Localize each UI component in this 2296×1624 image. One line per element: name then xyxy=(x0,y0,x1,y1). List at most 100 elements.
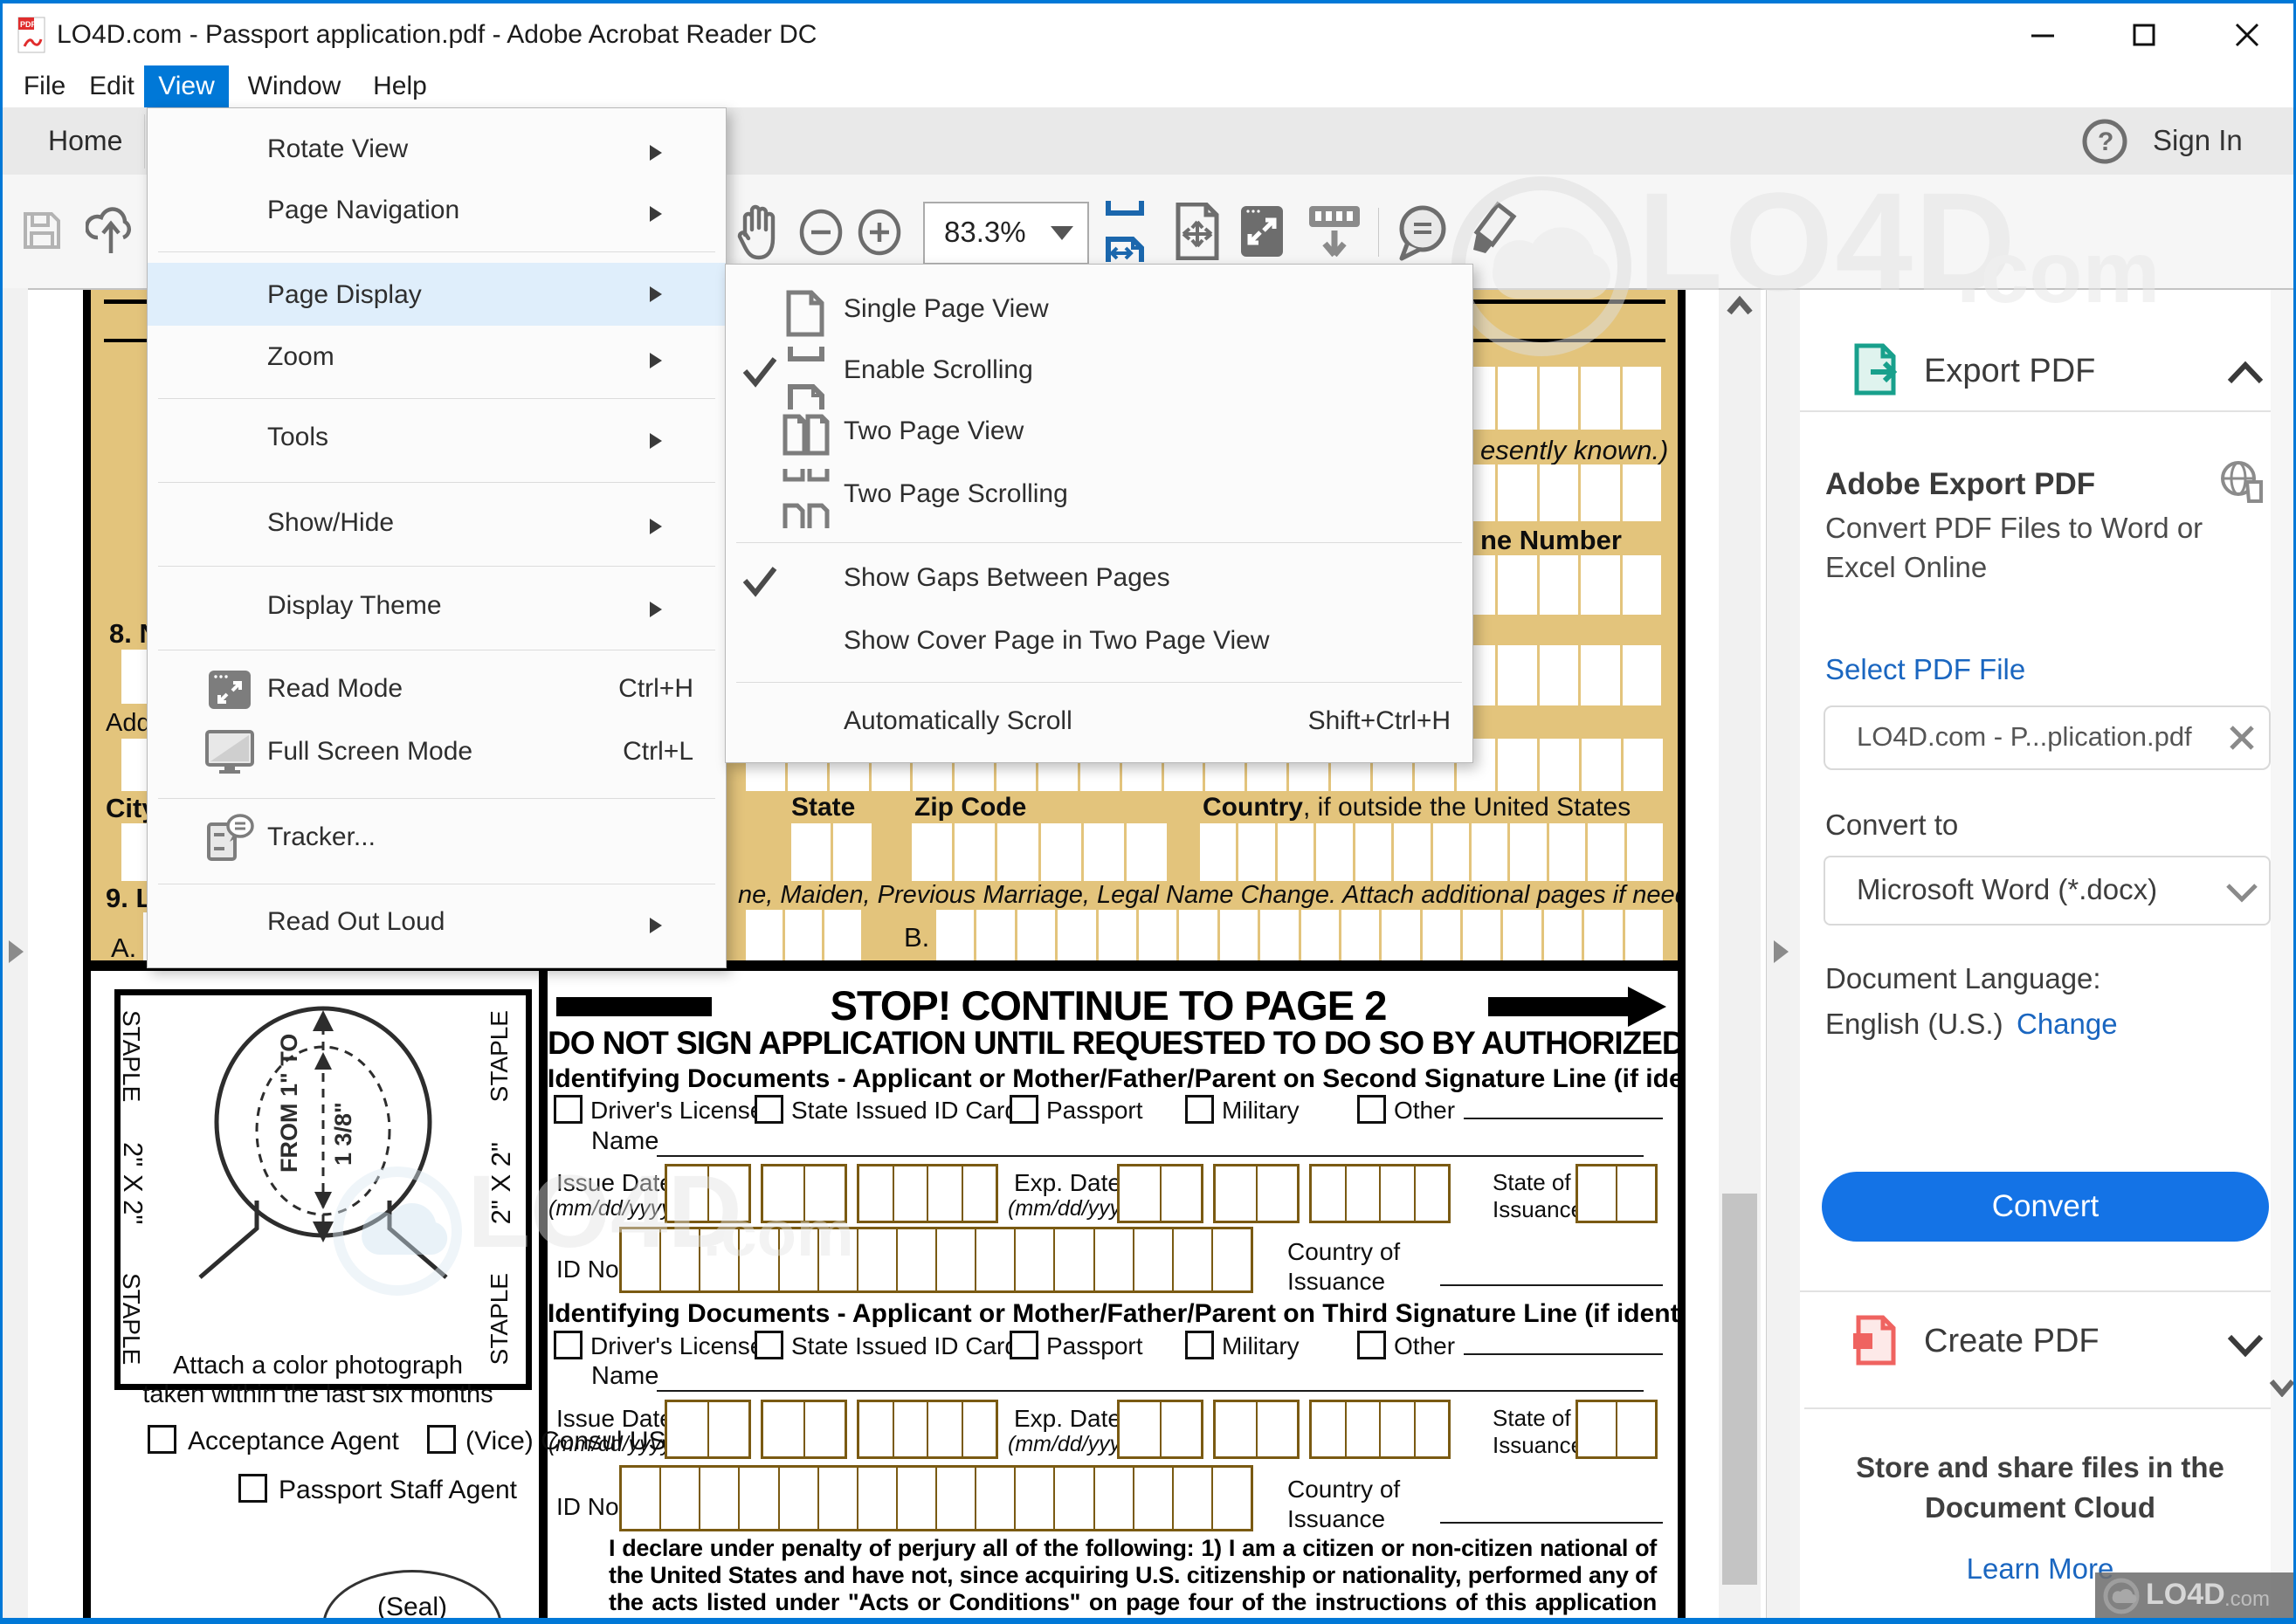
state-id-checkbox[interactable] xyxy=(755,1095,783,1124)
passport-checkbox[interactable] xyxy=(1010,1095,1038,1124)
menu-file[interactable]: File xyxy=(16,65,73,107)
tab-home[interactable]: Home xyxy=(48,125,122,157)
save-icon[interactable] xyxy=(21,210,63,251)
country-issuance-line[interactable] xyxy=(1440,1284,1663,1286)
form-field-grid[interactable] xyxy=(1457,464,1661,521)
vice-consul-checkbox[interactable] xyxy=(427,1425,456,1454)
name-line[interactable] xyxy=(657,1390,1644,1392)
fit-page-icon[interactable] xyxy=(1238,203,1286,260)
submenu-item-show-gaps[interactable]: Show Gaps Between Pages xyxy=(844,563,1170,593)
menu-item-zoom[interactable]: Zoom xyxy=(267,342,334,372)
format-select[interactable]: Microsoft Word (*.docx) xyxy=(1824,856,2271,926)
minimize-button[interactable] xyxy=(2002,3,2084,65)
nav-pane-expand-arrow[interactable] xyxy=(9,940,24,963)
export-pdf-header[interactable]: Export PDF xyxy=(1924,353,2095,390)
exp-date-day-2[interactable] xyxy=(1213,1400,1300,1459)
passport-staff-checkbox[interactable] xyxy=(238,1474,267,1503)
menu-item-rotate-view[interactable]: Rotate View xyxy=(267,134,408,164)
sign-in-button[interactable]: Sign In xyxy=(2153,124,2243,157)
help-icon[interactable]: ? xyxy=(2081,118,2128,165)
menu-item-read-out-loud[interactable]: Read Out Loud xyxy=(267,907,445,937)
other-line[interactable] xyxy=(1464,1353,1663,1355)
maximize-button[interactable] xyxy=(2103,3,2185,65)
form-field-grid[interactable] xyxy=(791,823,872,881)
state-issuance-boxes[interactable] xyxy=(1575,1164,1658,1223)
close-button[interactable] xyxy=(2206,3,2288,65)
issue-date-year-2[interactable] xyxy=(857,1400,998,1459)
panel-collapse-arrow[interactable] xyxy=(1774,940,1789,963)
other-checkbox[interactable] xyxy=(1357,1095,1386,1124)
military-checkbox-2[interactable] xyxy=(1185,1331,1214,1359)
issue-date-month-2[interactable] xyxy=(665,1400,751,1459)
menu-item-full-screen[interactable]: Full Screen Mode xyxy=(267,737,472,767)
state-issuance-boxes-2[interactable] xyxy=(1575,1400,1658,1459)
form-field-grid[interactable] xyxy=(1200,823,1663,881)
submenu-item-two-page-scrolling[interactable]: Two Page Scrolling xyxy=(844,479,1068,509)
page-scroll-tool-icon[interactable] xyxy=(1304,204,1365,260)
convert-button[interactable]: Convert xyxy=(1822,1172,2269,1242)
change-language-link[interactable]: Change xyxy=(2017,1008,2118,1041)
submenu-item-show-cover-page[interactable]: Show Cover Page in Two Page View xyxy=(844,626,1270,656)
clear-file-icon[interactable] xyxy=(2229,725,2255,751)
issue-date-day-2[interactable] xyxy=(761,1400,847,1459)
form-field-grid[interactable] xyxy=(1457,555,1661,615)
menu-item-tools[interactable]: Tools xyxy=(267,423,328,452)
exp-date-day[interactable] xyxy=(1213,1164,1300,1223)
menu-edit[interactable]: Edit xyxy=(83,65,141,107)
comment-icon[interactable] xyxy=(1395,204,1451,262)
drivers-license-checkbox[interactable] xyxy=(554,1095,583,1124)
panel-scroll-down-arrow[interactable] xyxy=(2269,1378,2295,1397)
menu-item-show-hide[interactable]: Show/Hide xyxy=(267,508,394,538)
submenu-item-enable-scrolling[interactable]: Enable Scrolling xyxy=(844,355,1033,385)
select-pdf-file-link[interactable]: Select PDF File xyxy=(1825,653,2025,686)
submenu-item-single-page-view[interactable]: Single Page View xyxy=(844,294,1049,324)
highlighter-icon[interactable] xyxy=(1468,199,1524,264)
exp-date-year[interactable] xyxy=(1309,1164,1451,1223)
issue-date-day[interactable] xyxy=(761,1164,847,1223)
drivers-license-checkbox-2[interactable] xyxy=(554,1331,583,1359)
exp-date-month-2[interactable] xyxy=(1117,1400,1203,1459)
issue-date-year[interactable] xyxy=(857,1164,998,1223)
menu-item-page-display[interactable]: Page Display xyxy=(267,280,422,310)
name-line[interactable] xyxy=(657,1155,1644,1157)
submenu-item-two-page-view[interactable]: Two Page View xyxy=(844,416,1024,446)
form-field-grid[interactable] xyxy=(1457,645,1661,705)
panel-scrollbar-track[interactable] xyxy=(2271,288,2293,1618)
form-field-grid[interactable] xyxy=(912,823,1167,881)
id-number-boxes-2[interactable] xyxy=(619,1465,1253,1531)
learn-more-link[interactable]: Learn More xyxy=(1852,1552,2228,1586)
menu-item-display-theme[interactable]: Display Theme xyxy=(267,591,442,621)
zoom-out-icon[interactable] xyxy=(797,208,845,257)
document-scrollbar-thumb[interactable] xyxy=(1722,1194,1757,1585)
menu-view[interactable]: View xyxy=(144,65,229,107)
form-field-grid[interactable] xyxy=(1457,367,1661,430)
zoom-in-icon[interactable] xyxy=(856,208,903,257)
share-upload-icon[interactable] xyxy=(86,204,136,257)
scrollbar-up-arrow[interactable] xyxy=(1726,295,1754,316)
passport-checkbox-2[interactable] xyxy=(1010,1331,1038,1359)
submenu-item-automatically-scroll[interactable]: Automatically Scroll xyxy=(844,706,1072,736)
exp-date-year-2[interactable] xyxy=(1309,1400,1451,1459)
hand-tool-icon[interactable] xyxy=(734,203,783,261)
form-field-grid[interactable] xyxy=(746,910,861,960)
menu-help[interactable]: Help xyxy=(365,65,435,107)
issue-date-month[interactable] xyxy=(665,1164,751,1223)
menu-window[interactable]: Window xyxy=(240,65,348,107)
chevron-up-icon[interactable] xyxy=(2226,361,2265,385)
enable-scrolling-active-icon[interactable] xyxy=(1101,199,1148,264)
form-field-grid[interactable] xyxy=(936,910,1663,960)
other-line[interactable] xyxy=(1464,1118,1663,1119)
selected-file-box[interactable]: LO4D.com - P...plication.pdf xyxy=(1824,705,2271,770)
fit-width-icon[interactable] xyxy=(1173,203,1222,260)
chevron-down-icon[interactable] xyxy=(2226,1332,2265,1357)
zoom-level-select[interactable]: 83.3% xyxy=(923,202,1089,265)
military-checkbox[interactable] xyxy=(1185,1095,1214,1124)
id-number-boxes[interactable] xyxy=(619,1227,1253,1293)
acceptance-agent-checkbox[interactable] xyxy=(148,1425,176,1454)
menu-item-page-navigation[interactable]: Page Navigation xyxy=(267,196,459,225)
menu-item-tracker[interactable]: Tracker... xyxy=(267,822,376,852)
exp-date-month[interactable] xyxy=(1117,1164,1203,1223)
country-issuance-line[interactable] xyxy=(1440,1522,1663,1524)
state-id-checkbox-2[interactable] xyxy=(755,1331,783,1359)
menu-item-read-mode[interactable]: Read Mode xyxy=(267,674,403,704)
